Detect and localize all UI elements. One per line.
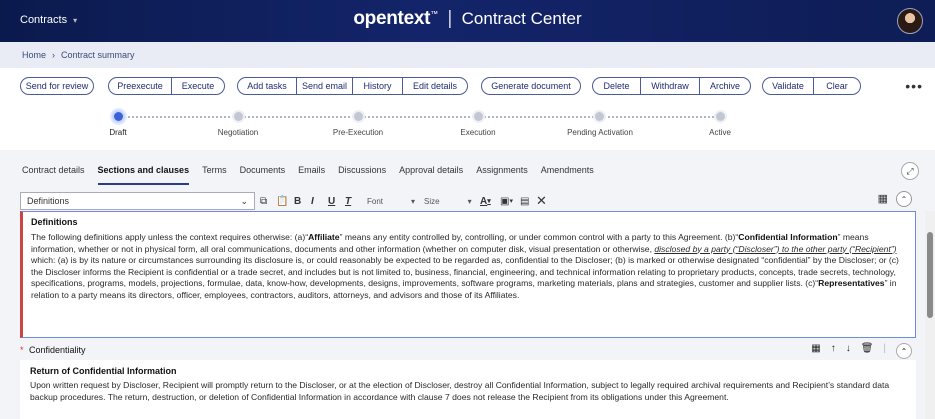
required-indicator: * [20,345,24,355]
move-up-icon[interactable]: ↑ [831,343,836,359]
history-button[interactable]: History [352,77,403,95]
brand-tm: ™ [430,9,439,19]
step-label-pending-activation: Pending Activation [567,128,633,137]
preexecute-button[interactable]: Preexecute [108,77,172,95]
font-color-button[interactable]: A ▾ [480,193,491,209]
underline-button[interactable]: U [328,193,335,209]
clause-text-part: which: (a) is by its nature or circumsta… [31,255,899,288]
chevron-down-icon: ▾ [467,196,472,206]
avatar[interactable] [897,8,923,34]
step-label-execution: Execution [460,128,496,137]
brand-logo: opentext [353,8,431,29]
bold-button[interactable]: B [294,193,301,209]
archive-button[interactable]: Archive [699,77,751,95]
copy-icon[interactable]: ⧉ [260,193,267,209]
term-affiliate: Affiliate [308,232,340,242]
step-label-negotiation: Negotiation [217,128,259,137]
chevron-down-icon: ▾ [509,198,513,205]
step-label-active: Active [709,128,731,137]
italic-button[interactable]: I [311,193,314,209]
tab-documents[interactable]: Documents [240,165,286,183]
chevron-down-icon: ▾ [411,196,416,206]
product-name: Contract Center [461,9,582,28]
chevron-down-icon: ⌄ [240,196,248,206]
step-label-pre-execution: Pre-Execution [332,128,384,137]
breadcrumb: Home › Contract summary [0,42,935,68]
step-dot-active [714,110,727,123]
clear-format-button[interactable]: T [345,193,351,209]
tab-terms[interactable]: Terms [202,165,227,183]
close-icon[interactable]: ✕ [536,193,547,209]
clause-text[interactable]: The following definitions apply unless t… [31,232,905,301]
app-header: Contracts ▾ opentext™ | Contract Center [0,0,935,42]
delete-button[interactable]: Delete [592,77,641,95]
generate-document-button[interactable]: Generate document [481,77,581,95]
table-icon[interactable]: ▤ [520,193,529,209]
breadcrumb-home[interactable]: Home [22,50,46,60]
send-for-review-button[interactable]: Send for review [20,77,94,95]
divider: | [883,343,886,354]
clause-title: Return of Confidential Information [30,366,177,376]
size-dropdown[interactable]: Size ▾ [424,193,472,209]
tab-amendments[interactable]: Amendments [541,165,594,183]
scrollbar-thumb[interactable] [927,232,933,318]
tab-assignments[interactable]: Assignments [476,165,528,183]
breadcrumb-current: Contract summary [61,50,135,60]
clause-text-part: The following definitions apply unless t… [31,232,309,242]
font-dropdown[interactable]: Font ▾ [367,193,415,209]
step-dot-negotiation [232,110,245,123]
clause-text: Upon written request by Discloser, Recip… [30,380,890,402]
clause-select-value: Definitions [27,196,70,206]
section-actions: ▦ ↑ ↓ 🗑 | ⌃ [811,343,912,359]
step-dot-execution [472,110,485,123]
breadcrumb-separator: › [52,50,56,60]
brand: opentext™ | Contract Center [0,8,935,30]
highlight-icon[interactable]: ▣ ▾ [500,193,513,209]
add-tasks-button[interactable]: Add tasks [237,77,297,95]
section-title: Confidentiality [29,345,86,355]
stepper-track [125,116,725,118]
clause-editor[interactable]: Definitions The following definitions ap… [20,211,916,338]
chevron-down-icon: ▾ [487,198,491,205]
paste-icon[interactable]: 📋 [276,193,288,209]
validate-button[interactable]: Validate [762,77,814,95]
disclosed-phrase: disclosed by a party (“Discloser”) to th… [654,243,897,254]
tab-sections-and-clauses[interactable]: Sections and clauses [97,165,189,185]
size-dropdown-label: Size [424,196,440,206]
delete-icon[interactable]: 🗑 [861,343,874,359]
section-header-confidentiality[interactable]: * Confidentiality ▦ ↑ ↓ 🗑 | ⌃ [20,342,916,360]
step-dot-pending-activation [593,110,606,123]
collapse-icon[interactable]: ⌃ [896,191,912,207]
clear-button[interactable]: Clear [813,77,861,95]
clause-text-part: ” means any entity controlled by, contro… [339,232,739,242]
font-dropdown-label: Font [367,196,384,206]
expand-icon[interactable]: ⤢ [901,162,919,180]
clause-select[interactable]: Definitions ⌄ [20,192,255,210]
tab-approval-details[interactable]: Approval details [399,165,463,183]
move-down-icon[interactable]: ↓ [846,343,851,359]
action-bar: Send for review Preexecute Execute Add t… [0,68,935,106]
more-actions-icon[interactable]: ••• [905,78,923,94]
tab-emails[interactable]: Emails [298,165,325,183]
execute-button[interactable]: Execute [171,77,225,95]
step-dot-pre-execution [352,110,365,123]
tab-contract-details[interactable]: Contract details [22,165,85,183]
clause-return-of-confidential-information[interactable]: Return of Confidential Information Upon … [20,360,916,419]
term-representatives: Representatives [818,278,885,288]
edit-details-button[interactable]: Edit details [402,77,468,95]
editor-toolbar: Definitions ⌄ ⧉ 📋 B I U T Font ▾ Size ▾ … [20,191,916,211]
clause-library-icon[interactable]: ▦ [878,192,888,205]
tab-discussions[interactable]: Discussions [338,165,386,183]
term-confidential-information: Confidential Information [738,232,838,242]
brand-separator: | [447,8,453,29]
clause-title: Definitions [31,217,78,227]
clause-library-icon[interactable]: ▦ [811,343,820,359]
step-dot-draft [112,110,125,123]
tab-bar: Contract details Sections and clauses Te… [22,165,594,185]
withdraw-button[interactable]: Withdraw [640,77,700,95]
send-email-button[interactable]: Send email [296,77,353,95]
collapse-icon[interactable]: ⌃ [896,343,912,359]
step-label-draft: Draft [109,128,127,137]
lifecycle-stepper: Draft Negotiation Pre-Execution Executio… [0,106,935,150]
